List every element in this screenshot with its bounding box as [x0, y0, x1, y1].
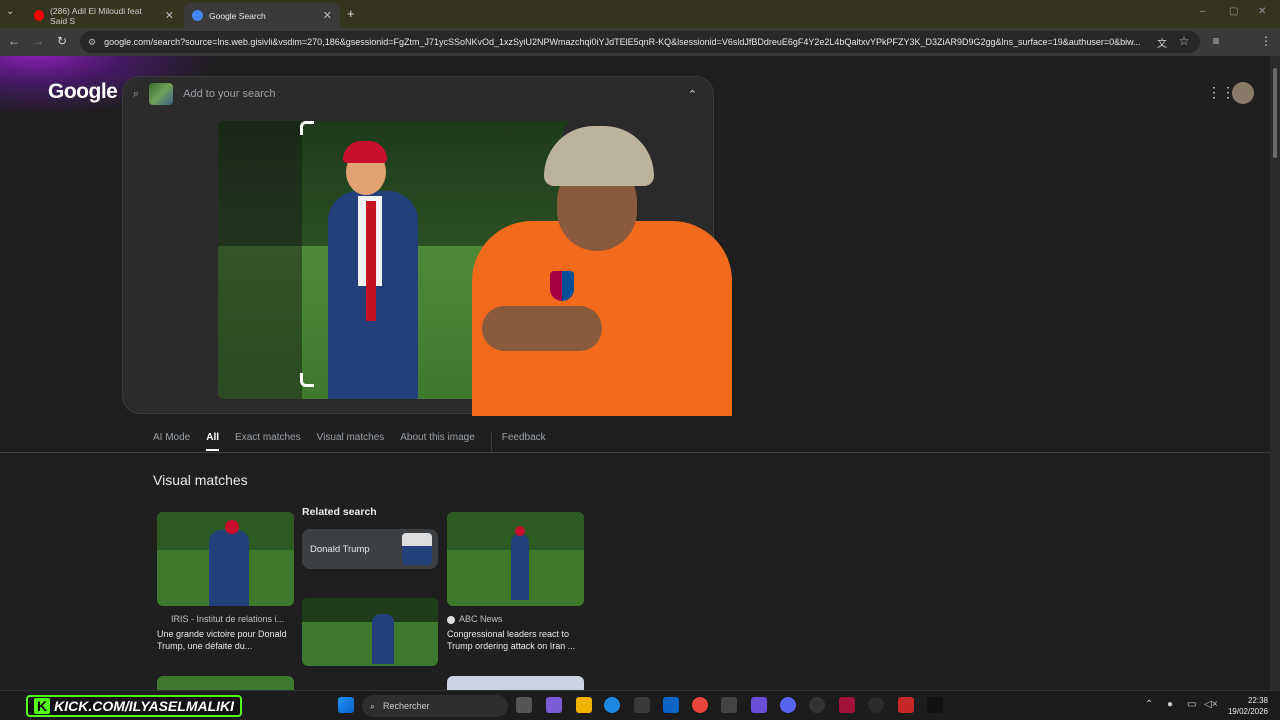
forward-icon[interactable]: →: [30, 34, 46, 48]
google-icon: [192, 10, 203, 21]
search-input[interactable]: Add to your search: [183, 88, 275, 100]
crop-handle-top-left[interactable]: [300, 121, 314, 135]
tab-about-this-image[interactable]: About this image: [400, 432, 475, 451]
clock-date: 19/02/2026: [1227, 707, 1268, 716]
tab-label: Google Search: [209, 10, 266, 21]
google-logo[interactable]: Google: [48, 80, 118, 104]
windows-start-icon[interactable]: [338, 697, 354, 713]
menu-icon[interactable]: ⋮: [1258, 34, 1274, 48]
task-view-icon[interactable]: [516, 697, 532, 713]
obs-icon[interactable]: [809, 697, 825, 713]
kick-overlay: K KICK.COM/ILYASELMALIKI: [26, 695, 243, 717]
bookmark-star-icon[interactable]: ☆: [1176, 34, 1192, 48]
apps-grid-icon[interactable]: ⋮⋮: [1207, 84, 1235, 101]
reading-list-icon[interactable]: ≡: [1208, 34, 1224, 48]
result-card[interactable]: ABC News Congressional leaders react to …: [447, 512, 584, 652]
tab-visual-matches[interactable]: Visual matches: [317, 432, 385, 451]
tab-strip: ⌄ (286) Adil El Miloudi feat Said S ✕ Go…: [0, 0, 1280, 28]
kick-badge: K: [34, 698, 51, 714]
url-text: google.com/search?source=lns.web.gisivli…: [104, 37, 1141, 47]
tab-all[interactable]: All: [206, 432, 220, 451]
app-icon[interactable]: [721, 697, 737, 713]
search-icon: ⌕: [370, 700, 376, 711]
steam-icon[interactable]: [868, 697, 884, 713]
clock[interactable]: 22:38 19/02/2026: [1228, 695, 1268, 717]
close-tab-icon[interactable]: ✕: [165, 9, 174, 22]
query-image-thumbnail[interactable]: [149, 83, 174, 105]
result-thumbnail[interactable]: [447, 676, 584, 690]
scrollbar-thumb[interactable]: [1273, 68, 1277, 158]
result-card[interactable]: IRIS - Institut de relations i... Une gr…: [157, 512, 294, 652]
result-source: IRIS - Institut de relations i...: [171, 614, 285, 624]
divider: [0, 452, 1270, 453]
result-thumbnail[interactable]: [157, 512, 294, 606]
result-source: ABC News: [447, 614, 584, 624]
maximize-icon[interactable]: ▢: [1229, 6, 1238, 17]
result-title[interactable]: Une grande victoire pour Donald Trump, u…: [157, 628, 294, 652]
copilot-icon[interactable]: [546, 697, 562, 713]
tray-chevron-icon[interactable]: ⌃: [1145, 699, 1153, 710]
image-cap: [343, 141, 387, 163]
tab-exact-matches[interactable]: Exact matches: [235, 432, 301, 451]
app-dark-icon[interactable]: [927, 697, 943, 713]
section-title: Visual matches: [153, 472, 248, 488]
kick-url: KICK.COM/ILYASELMALIKI: [54, 698, 235, 714]
related-search-title: Related search: [302, 506, 377, 518]
toolbar: ← → ↻ ⚙ google.com/search?source=lns.web…: [0, 28, 1280, 77]
tab-google-search[interactable]: Google Search ✕: [184, 3, 340, 28]
scrollbar[interactable]: [1270, 56, 1280, 690]
crop-dim-overlay: [218, 121, 302, 399]
new-tab-icon[interactable]: +: [347, 6, 355, 21]
lens-tabs: AI Mode All Exact matches Visual matches…: [153, 432, 546, 451]
result-title[interactable]: Congressional leaders react to Trump ord…: [447, 628, 584, 652]
outlook-icon[interactable]: [663, 697, 679, 713]
related-search-chip[interactable]: Donald Trump: [302, 529, 438, 569]
tab-ai-mode[interactable]: AI Mode: [153, 432, 190, 451]
close-window-icon[interactable]: ✕: [1258, 6, 1266, 17]
result-thumbnail[interactable]: [302, 598, 438, 666]
volume-muted-icon[interactable]: ◁×: [1204, 699, 1218, 710]
site-info-icon[interactable]: ⚙: [88, 37, 96, 48]
collapse-chevron-icon[interactable]: ⌃: [688, 88, 697, 101]
gamepad-icon[interactable]: [751, 697, 767, 713]
taskbar-search[interactable]: ⌕ Rechercher: [362, 695, 508, 717]
abc-news-icon: [447, 615, 455, 624]
result-thumbnail[interactable]: [447, 512, 584, 606]
result-thumbnail[interactable]: [157, 676, 294, 690]
youtube-icon: [34, 10, 45, 21]
related-search-thumbnail: [402, 533, 432, 565]
tab-youtube[interactable]: (286) Adil El Miloudi feat Said S ✕: [26, 3, 182, 28]
image-tie: [366, 201, 376, 321]
chrome-icon[interactable]: [692, 697, 708, 713]
clock-time: 22:38: [1247, 696, 1268, 705]
store-icon[interactable]: [634, 697, 650, 713]
feedback-link[interactable]: Feedback: [490, 432, 546, 451]
back-icon[interactable]: ←: [6, 34, 22, 48]
file-explorer-icon[interactable]: [576, 697, 592, 713]
minimize-icon[interactable]: –: [1200, 6, 1206, 17]
reload-icon[interactable]: ↻: [54, 34, 70, 48]
close-tab-icon[interactable]: ✕: [323, 9, 332, 22]
tab-label: (286) Adil El Miloudi feat Said S: [50, 5, 142, 26]
streamer-hand: [482, 306, 602, 351]
microphone-icon[interactable]: ●: [1167, 699, 1173, 710]
app-red-icon[interactable]: [839, 697, 855, 713]
result-source-label: ABC News: [459, 614, 503, 624]
related-search-label: Donald Trump: [310, 543, 370, 555]
address-bar[interactable]: ⚙ google.com/search?source=lns.web.gisiv…: [80, 31, 1200, 53]
translate-icon[interactable]: 文: [1154, 35, 1170, 50]
app-badge-icon[interactable]: [898, 697, 914, 713]
account-avatar[interactable]: [1232, 82, 1254, 104]
discord-icon[interactable]: [780, 697, 796, 713]
search-icon: ⌕: [133, 87, 140, 100]
page-content: Google ⋮⋮ ⌕ Add to your search ⌃ AI Mode…: [0, 56, 1270, 690]
network-icon[interactable]: ▭: [1187, 699, 1196, 710]
tab-search-chevron-icon[interactable]: ⌄: [6, 6, 14, 17]
crop-handle-bottom-left[interactable]: [300, 373, 314, 387]
webcam-overlay: [452, 101, 752, 416]
edge-icon[interactable]: [604, 697, 620, 713]
taskbar-search-label: Rechercher: [383, 701, 430, 711]
club-crest-icon: [550, 271, 574, 301]
taskbar: K KICK.COM/ILYASELMALIKI ⌕ Rechercher ⌃ …: [0, 690, 1280, 720]
